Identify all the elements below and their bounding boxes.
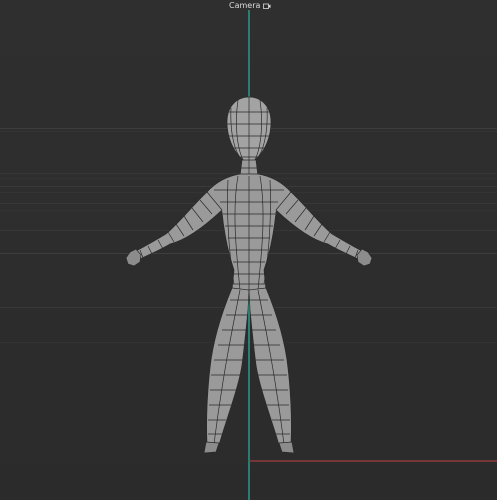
- mesh-left-arm: [133, 191, 223, 261]
- camera-lock-icon[interactable]: [263, 2, 271, 10]
- camera-header[interactable]: Camera: [229, 0, 271, 12]
- mesh-left-foot: [203, 441, 220, 454]
- mesh-right-leg: [248, 287, 292, 446]
- mesh-right-arm: [275, 191, 365, 261]
- 3d-viewport[interactable]: Camera: [0, 0, 497, 500]
- mesh-right-foot: [278, 441, 295, 454]
- camera-label: Camera: [229, 1, 261, 10]
- mesh-left-leg: [206, 287, 250, 446]
- scene-canvas: [125, 10, 497, 500]
